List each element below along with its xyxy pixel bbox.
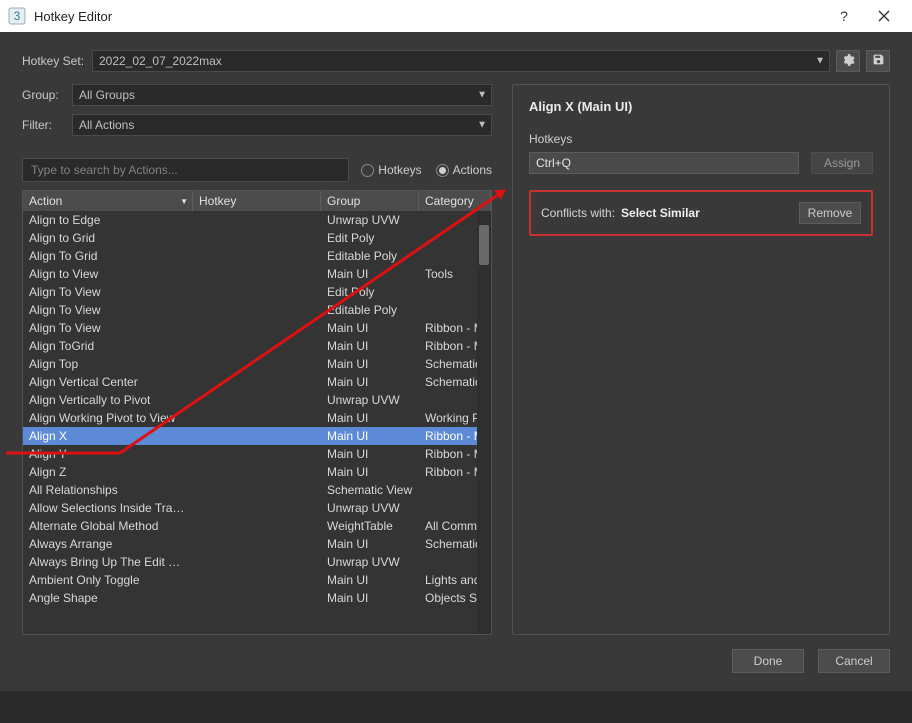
group-label: Group: bbox=[22, 88, 72, 102]
table-row[interactable]: Allow Selections Inside Tranform ...Unwr… bbox=[23, 499, 491, 517]
dialog-footer: Done Cancel bbox=[22, 649, 890, 673]
table-row[interactable]: Align to ViewMain UITools bbox=[23, 265, 491, 283]
table-row[interactable]: All RelationshipsSchematic View bbox=[23, 481, 491, 499]
close-icon[interactable] bbox=[864, 0, 904, 32]
hotkey-set-value: 2022_02_07_2022max bbox=[99, 54, 222, 68]
th-category[interactable]: Category bbox=[419, 191, 491, 211]
conflict-action: Select Similar bbox=[621, 206, 793, 220]
filter-select[interactable]: All Actions ▼ bbox=[72, 114, 492, 136]
table-row[interactable]: Align Working Pivot to ViewMain UIWorkin… bbox=[23, 409, 491, 427]
done-button[interactable]: Done bbox=[732, 649, 804, 673]
chevron-down-icon: ▼ bbox=[815, 56, 825, 67]
table-row[interactable]: Align ZMain UIRibbon - M bbox=[23, 463, 491, 481]
remove-button[interactable]: Remove bbox=[799, 202, 861, 224]
svg-text:3: 3 bbox=[14, 9, 21, 23]
table-body[interactable]: Align to EdgeUnwrap UVWAlign to GridEdit… bbox=[23, 211, 491, 634]
radio-hotkeys[interactable] bbox=[361, 164, 374, 177]
hotkey-set-label: Hotkey Set: bbox=[22, 54, 92, 68]
hotkey-set-row: Hotkey Set: 2022_02_07_2022max ▼ bbox=[22, 50, 890, 72]
filter-value: All Actions bbox=[79, 118, 134, 132]
app-icon: 3 bbox=[8, 7, 26, 25]
cancel-button[interactable]: Cancel bbox=[818, 649, 890, 673]
save-button[interactable] bbox=[866, 50, 890, 72]
table-row[interactable]: Align To GridEditable Poly bbox=[23, 247, 491, 265]
table-row[interactable]: Ambient Only ToggleMain UILights and bbox=[23, 571, 491, 589]
actions-table: Action▼ Hotkey Group Category Align to E… bbox=[22, 190, 492, 635]
table-row[interactable]: Align TopMain UISchematic bbox=[23, 355, 491, 373]
table-row[interactable]: Align ToGridMain UIRibbon - M bbox=[23, 337, 491, 355]
hotkeys-label: Hotkeys bbox=[529, 132, 873, 146]
table-row[interactable]: Always Bring Up The Edit WindowUnwrap UV… bbox=[23, 553, 491, 571]
table-header: Action▼ Hotkey Group Category bbox=[23, 191, 491, 211]
table-row[interactable]: Align To ViewMain UIRibbon - M bbox=[23, 319, 491, 337]
vertical-scrollbar[interactable] bbox=[477, 211, 491, 634]
group-value: All Groups bbox=[79, 88, 135, 102]
help-icon[interactable]: ? bbox=[824, 0, 864, 32]
table-row[interactable]: Angle ShapeMain UIObjects Sl bbox=[23, 589, 491, 607]
table-row[interactable]: Align to GridEdit Poly bbox=[23, 229, 491, 247]
hotkey-input[interactable] bbox=[529, 152, 799, 174]
titlebar: 3 Hotkey Editor ? bbox=[0, 0, 912, 32]
assign-button[interactable]: Assign bbox=[811, 152, 873, 174]
table-row[interactable]: Align YMain UIRibbon - M bbox=[23, 445, 491, 463]
table-row[interactable]: Align To ViewEdit Poly bbox=[23, 283, 491, 301]
filter-label: Filter: bbox=[22, 118, 72, 132]
left-panel: Group: All Groups ▼ Filter: All Actions … bbox=[22, 84, 492, 635]
conflict-label: Conflicts with: bbox=[541, 206, 615, 220]
th-group[interactable]: Group bbox=[321, 191, 419, 211]
scrollbar-thumb[interactable] bbox=[479, 225, 489, 265]
th-action[interactable]: Action▼ bbox=[23, 191, 193, 211]
chevron-down-icon: ▼ bbox=[477, 90, 487, 101]
window-title: Hotkey Editor bbox=[34, 9, 112, 24]
hotkey-set-select[interactable]: 2022_02_07_2022max ▼ bbox=[92, 50, 830, 72]
table-row[interactable]: Alternate Global MethodWeightTableAll Co… bbox=[23, 517, 491, 535]
dialog-body: Hotkey Set: 2022_02_07_2022max ▼ Group: … bbox=[0, 32, 912, 691]
radio-actions-label: Actions bbox=[453, 163, 492, 177]
details-title: Align X (Main UI) bbox=[529, 99, 873, 114]
table-row[interactable]: Align Vertically to PivotUnwrap UVW bbox=[23, 391, 491, 409]
table-row[interactable]: Align XMain UIRibbon - M bbox=[23, 427, 491, 445]
save-icon bbox=[872, 53, 885, 69]
table-row[interactable]: Align To ViewEditable Poly bbox=[23, 301, 491, 319]
table-row[interactable]: Align Vertical CenterMain UISchematic bbox=[23, 373, 491, 391]
group-select[interactable]: All Groups ▼ bbox=[72, 84, 492, 106]
conflict-box: Conflicts with: Select Similar Remove bbox=[529, 190, 873, 236]
settings-button[interactable] bbox=[836, 50, 860, 72]
details-panel: Align X (Main UI) Hotkeys Assign Conflic… bbox=[512, 84, 890, 635]
th-hotkey[interactable]: Hotkey bbox=[193, 191, 321, 211]
radio-actions[interactable] bbox=[436, 164, 449, 177]
table-row[interactable]: Always ArrangeMain UISchematic bbox=[23, 535, 491, 553]
chevron-down-icon: ▼ bbox=[477, 120, 487, 131]
gear-icon bbox=[841, 53, 855, 70]
search-input[interactable] bbox=[22, 158, 349, 182]
table-row[interactable]: Align to EdgeUnwrap UVW bbox=[23, 211, 491, 229]
radio-hotkeys-label: Hotkeys bbox=[378, 163, 421, 177]
